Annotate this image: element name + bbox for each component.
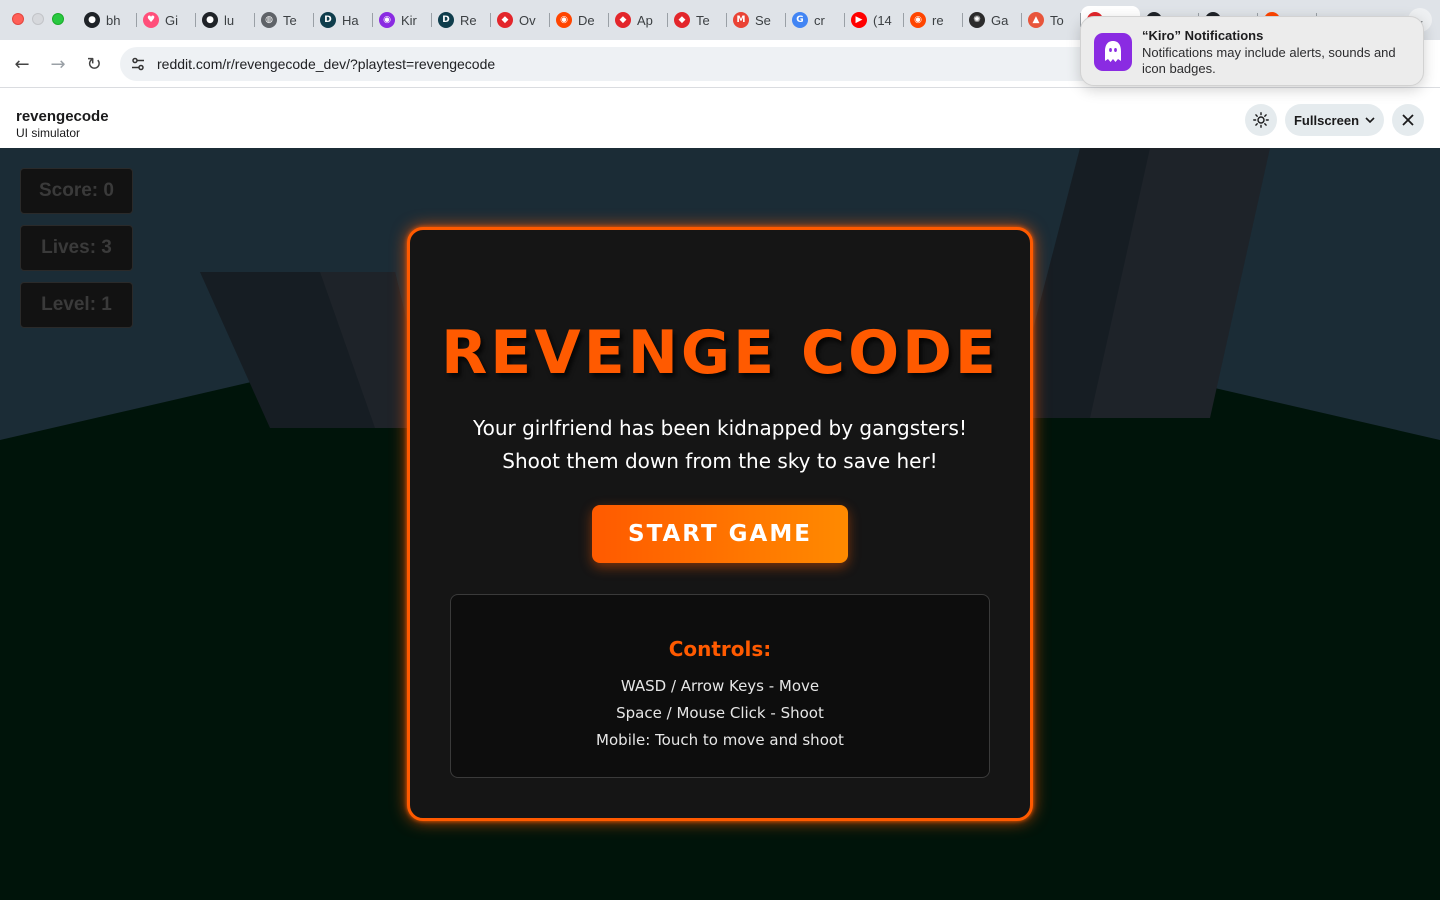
- window-close-button[interactable]: [12, 13, 24, 25]
- reddit-icon: ◉: [910, 12, 926, 28]
- tab-label: Ap: [637, 12, 653, 28]
- url-text[interactable]: reddit.com/r/revengecode_dev/?playtest=r…: [157, 56, 495, 72]
- control-instruction: Mobile: Touch to move and shoot: [596, 731, 844, 749]
- openai-icon: ✺: [969, 12, 985, 28]
- browser-tab[interactable]: ▶ (14: [845, 6, 904, 34]
- browser-tab[interactable]: ◉ De: [550, 6, 609, 34]
- d-logo-icon: D: [320, 12, 336, 28]
- browser-tab[interactable]: ♥ Gi: [137, 6, 196, 34]
- kiro-ghost-icon: [1094, 33, 1132, 71]
- close-icon: [1402, 114, 1414, 126]
- control-instruction: WASD / Arrow Keys - Move: [620, 677, 820, 695]
- browser-tab[interactable]: ◆ Ov: [491, 6, 550, 34]
- browser-tab[interactable]: ◆ Ap: [609, 6, 668, 34]
- back-arrow-icon[interactable]: ←: [8, 50, 36, 78]
- browser-tab[interactable]: ✺ Ga: [963, 6, 1022, 34]
- tab-label: Kir: [401, 12, 417, 28]
- github-icon: ●: [202, 12, 218, 28]
- kiro-icon: ◉: [379, 12, 395, 28]
- controls-title: Controls:: [668, 637, 772, 661]
- story-line-2: Shoot them down from the sky to save her…: [502, 449, 938, 473]
- fullscreen-label: Fullscreen: [1293, 112, 1360, 128]
- control-instruction: Space / Mouse Click - Shoot: [616, 704, 824, 722]
- triangle-icon: ▲: [1028, 12, 1044, 28]
- game-canvas[interactable]: Score: 0 Lives: 3 Level: 1 REVENGE CODE …: [0, 148, 1440, 900]
- browser-tab[interactable]: D Ha: [314, 6, 373, 34]
- score-display: Score: 0: [20, 168, 133, 214]
- controls-box: Controls: WASD / Arrow Keys - Move Space…: [450, 594, 990, 778]
- cube-icon: ◆: [497, 12, 513, 28]
- browser-tab[interactable]: ◉ re: [904, 6, 963, 34]
- notification-title: “Kiro” Notifications: [1142, 28, 1264, 43]
- reddit-icon: ◉: [556, 12, 572, 28]
- gmail-icon: M: [733, 12, 749, 28]
- sun-icon: [1253, 112, 1269, 128]
- cube-icon: ◆: [615, 12, 631, 28]
- heart-app-icon: ♥: [143, 12, 159, 28]
- browser-tab[interactable]: ◆ Te: [668, 6, 727, 34]
- tab-label: bh: [106, 12, 121, 28]
- tab-label: Ov: [519, 12, 536, 28]
- chevron-down-icon: [1365, 117, 1375, 123]
- tab-label: De: [578, 12, 595, 28]
- tab-label: re: [932, 12, 944, 28]
- window-minimize-button[interactable]: [32, 13, 44, 25]
- reload-icon[interactable]: ↻: [80, 50, 108, 78]
- browser-tab[interactable]: D Re: [432, 6, 491, 34]
- tab-label: Re: [460, 12, 477, 28]
- tab-label: To: [1050, 12, 1064, 28]
- github-icon: ●: [84, 12, 100, 28]
- browser-tab[interactable]: ◉ Kir: [373, 6, 432, 34]
- tab-label: Ha: [342, 12, 359, 28]
- globe-icon: ◍: [261, 12, 277, 28]
- forward-arrow-icon[interactable]: →: [44, 50, 72, 78]
- tab-label: (14: [873, 12, 892, 28]
- simulator-header: revengecode UI simulator Fullscreen: [0, 88, 1440, 148]
- browser-tab[interactable]: ● bh: [78, 6, 137, 34]
- youtube-icon: ▶: [851, 12, 867, 28]
- start-game-button[interactable]: START GAME: [592, 505, 848, 563]
- tab-label: Te: [283, 12, 297, 28]
- close-simulator-button[interactable]: [1392, 104, 1424, 136]
- cube-icon: ◆: [674, 12, 690, 28]
- window-zoom-button[interactable]: [52, 13, 64, 25]
- site-settings-icon[interactable]: [128, 54, 148, 74]
- game-title: REVENGE CODE: [441, 318, 999, 388]
- tab-label: cr: [814, 12, 825, 28]
- tab-label: Gi: [165, 12, 178, 28]
- theme-toggle-button[interactable]: [1245, 104, 1277, 136]
- app-subtitle: UI simulator: [16, 126, 81, 140]
- google-icon: G: [792, 12, 808, 28]
- tab-label: lu: [224, 12, 235, 28]
- browser-tab[interactable]: ● lu: [196, 6, 255, 34]
- tab-label: Se: [755, 12, 771, 28]
- tab-label: Te: [696, 12, 710, 28]
- browser-tab[interactable]: M Se: [727, 6, 786, 34]
- story-line-1: Your girlfriend has been kidnapped by ga…: [473, 416, 967, 440]
- level-display: Level: 1: [20, 282, 133, 328]
- d-logo-icon: D: [438, 12, 454, 28]
- browser-tab[interactable]: Gcr: [786, 6, 845, 34]
- lives-display: Lives: 3: [20, 225, 133, 271]
- tab-label: Ga: [991, 12, 1009, 28]
- fullscreen-button[interactable]: Fullscreen: [1285, 104, 1384, 136]
- notification-toast[interactable]: “Kiro” Notifications Notifications may i…: [1080, 16, 1424, 86]
- notification-body: Notifications may include alerts, sounds…: [1142, 45, 1396, 76]
- app-name: revengecode: [16, 108, 109, 125]
- browser-tab[interactable]: ▲ To: [1022, 6, 1081, 34]
- browser-tab[interactable]: ◍ Te: [255, 6, 314, 34]
- start-menu-panel: REVENGE CODE Your girlfriend has been ki…: [407, 227, 1033, 821]
